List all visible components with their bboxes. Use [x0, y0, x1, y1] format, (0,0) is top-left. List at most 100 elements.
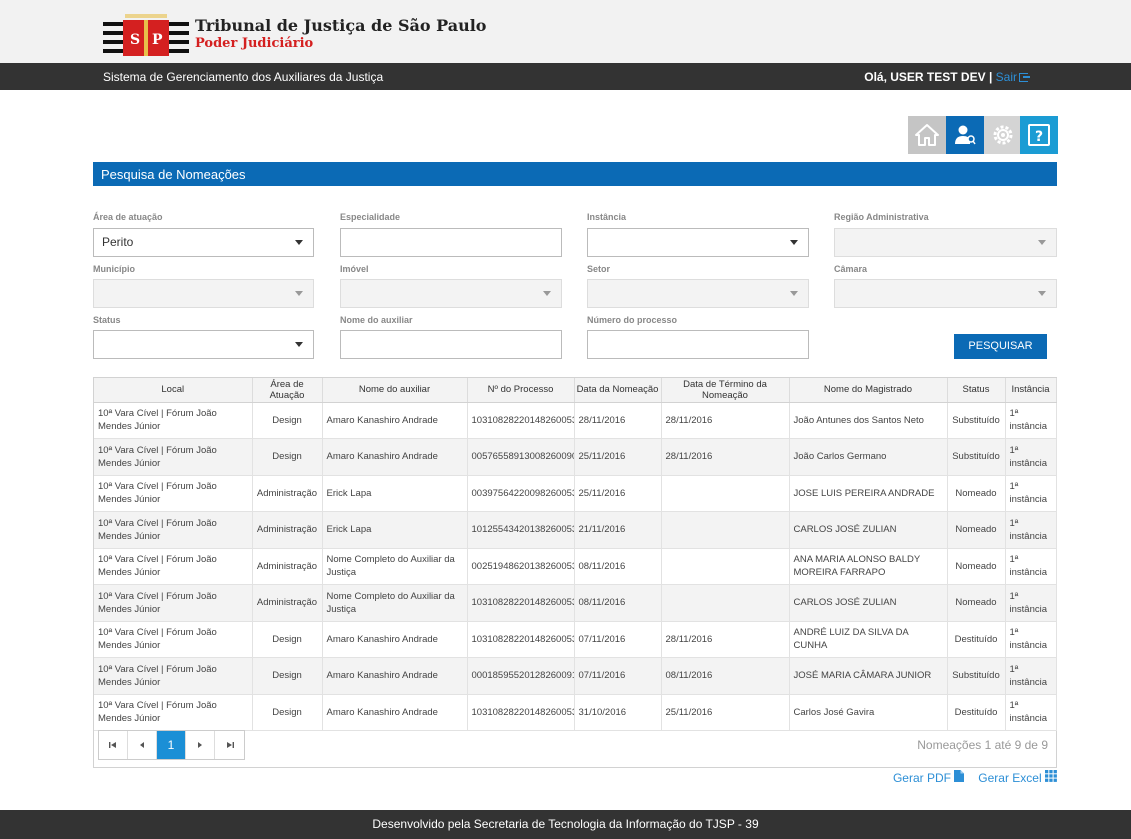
cell-data-nomeacao: 08/11/2016: [574, 548, 662, 585]
area-select[interactable]: Perito: [93, 228, 314, 257]
cell-processo: 10310828220148260053: [467, 402, 575, 439]
column-header[interactable]: Data da Nomeação: [574, 378, 662, 403]
first-page-icon: [109, 742, 116, 748]
cell-data-termino: 28/11/2016: [661, 438, 790, 476]
column-header[interactable]: Nº do Processo: [467, 378, 575, 403]
cell-auxiliar: Amaro Kanashiro Andrade: [322, 657, 468, 695]
cell-instancia: 1ª instância: [1005, 657, 1057, 695]
table-row[interactable]: 10ª Vara Cível | Fórum João Mendes Júnio…: [94, 694, 1057, 731]
export-pdf-link[interactable]: Gerar PDF: [893, 770, 965, 785]
cell-instancia: 1ª instância: [1005, 548, 1057, 585]
next-page-icon: [198, 742, 202, 748]
table-row[interactable]: 10ª Vara Cível | Fórum João Mendes Júnio…: [94, 584, 1057, 622]
cell-auxiliar: Amaro Kanashiro Andrade: [322, 402, 468, 439]
table-row[interactable]: 10ª Vara Cível | Fórum João Mendes Júnio…: [94, 402, 1057, 439]
svg-text:?: ?: [1035, 129, 1043, 145]
last-page-button[interactable]: [215, 731, 244, 759]
cell-auxiliar: Amaro Kanashiro Andrade: [322, 438, 468, 476]
nomeacoes-table: Local Área de Atuação Nome do auxiliar N…: [94, 378, 1057, 731]
chevron-down-icon: [1038, 291, 1046, 296]
instancia-label: Instância: [587, 212, 627, 222]
settings-button[interactable]: [984, 116, 1022, 154]
page-button[interactable]: 1: [157, 731, 186, 759]
cell-auxiliar: Erick Lapa: [322, 511, 468, 549]
cell-local: 10ª Vara Cível | Fórum João Mendes Júnio…: [94, 475, 253, 512]
cell-data-termino: [661, 511, 790, 549]
navbar: Sistema de Gerenciamento dos Auxiliares …: [0, 63, 1131, 90]
cell-processo: 10310828220148260053: [467, 621, 575, 658]
cell-magistrado: JOSÉ MARIA CÂMARA JUNIOR: [789, 657, 948, 695]
user-area: Olá, USER TEST DEV | Sair: [864, 70, 1030, 84]
cell-status: Substituído: [947, 402, 1006, 439]
column-header[interactable]: Nome do auxiliar: [322, 378, 468, 403]
municipio-label: Município: [93, 264, 135, 274]
column-header[interactable]: Data de Término da Nomeação: [661, 378, 790, 403]
cell-auxiliar: Nome Completo do Auxiliar da Justiça: [322, 548, 468, 585]
cell-processo: 00576558913008260090: [467, 438, 575, 476]
regiao-select[interactable]: [834, 228, 1057, 257]
especialidade-label: Especialidade: [340, 212, 401, 222]
table-row[interactable]: 10ª Vara Cível | Fórum João Mendes Júnio…: [94, 548, 1057, 585]
instancia-select[interactable]: [587, 228, 809, 257]
column-header[interactable]: Local: [94, 378, 253, 403]
cell-data-termino: 08/11/2016: [661, 657, 790, 695]
logout-link[interactable]: Sair: [996, 70, 1030, 84]
chevron-down-icon: [1038, 240, 1046, 245]
pagination: 1: [98, 730, 245, 760]
cell-processo: 10310828220148260053: [467, 584, 575, 622]
cell-auxiliar: Nome Completo do Auxiliar da Justiça: [322, 584, 468, 622]
search-button[interactable]: PESQUISAR: [954, 334, 1047, 359]
column-header[interactable]: Nome do Magistrado: [789, 378, 948, 403]
column-header[interactable]: Instância: [1005, 378, 1057, 403]
numero-processo-input[interactable]: [587, 330, 809, 359]
table-row[interactable]: 10ª Vara Cível | Fórum João Mendes Júnio…: [94, 657, 1057, 695]
cell-area: Design: [252, 621, 323, 658]
cell-instancia: 1ª instância: [1005, 584, 1057, 622]
column-header[interactable]: Status: [947, 378, 1006, 403]
cell-data-nomeacao: 25/11/2016: [574, 438, 662, 476]
cell-local: 10ª Vara Cível | Fórum João Mendes Júnio…: [94, 402, 253, 439]
cell-area: Design: [252, 694, 323, 731]
export-excel-label: Gerar Excel: [978, 771, 1042, 785]
cell-local: 10ª Vara Cível | Fórum João Mendes Júnio…: [94, 584, 253, 622]
home-icon: [915, 124, 939, 146]
tjsp-logo-icon: S P: [103, 14, 189, 56]
status-select[interactable]: [93, 330, 314, 359]
cell-magistrado: João Carlos Germano: [789, 438, 948, 476]
table-row[interactable]: 10ª Vara Cível | Fórum João Mendes Júnio…: [94, 438, 1057, 476]
cell-local: 10ª Vara Cível | Fórum João Mendes Júnio…: [94, 694, 253, 731]
cell-processo: 10125543420138260053: [467, 511, 575, 549]
table-row[interactable]: 10ª Vara Cível | Fórum João Mendes Júnio…: [94, 621, 1057, 658]
cell-magistrado: CARLOS JOSÉ ZULIAN: [789, 584, 948, 622]
status-label: Status: [93, 315, 121, 325]
prev-page-button[interactable]: [128, 731, 157, 759]
export-excel-link[interactable]: Gerar Excel: [978, 770, 1057, 785]
cell-data-nomeacao: 07/11/2016: [574, 657, 662, 695]
cell-status: Destituído: [947, 621, 1006, 658]
table-row[interactable]: 10ª Vara Cível | Fórum João Mendes Júnio…: [94, 475, 1057, 512]
cell-auxiliar: Erick Lapa: [322, 475, 468, 512]
next-page-button[interactable]: [186, 731, 215, 759]
especialidade-input[interactable]: [340, 228, 562, 257]
setor-label: Setor: [587, 264, 611, 274]
nome-auxiliar-input[interactable]: [340, 330, 562, 359]
cell-data-termino: 28/11/2016: [661, 621, 790, 658]
user-button[interactable]: [946, 116, 984, 154]
chevron-down-icon: [790, 291, 798, 296]
municipio-select[interactable]: [93, 279, 314, 308]
regiao-label: Região Administrativa: [834, 212, 929, 222]
cell-data-nomeacao: 08/11/2016: [574, 584, 662, 622]
cell-status: Substituído: [947, 438, 1006, 476]
column-header[interactable]: Área de Atuação: [252, 378, 323, 403]
cell-magistrado: João Antunes dos Santos Neto: [789, 402, 948, 439]
imovel-select[interactable]: [340, 279, 562, 308]
help-button[interactable]: ?: [1020, 116, 1058, 154]
table-row[interactable]: 10ª Vara Cível | Fórum João Mendes Júnio…: [94, 511, 1057, 549]
home-button[interactable]: [908, 116, 946, 154]
prev-page-icon: [140, 742, 144, 748]
setor-select[interactable]: [587, 279, 809, 308]
svg-text:P: P: [152, 32, 163, 48]
camara-select[interactable]: [834, 279, 1057, 308]
nav-separator: |: [988, 70, 993, 84]
first-page-button[interactable]: [99, 731, 128, 759]
